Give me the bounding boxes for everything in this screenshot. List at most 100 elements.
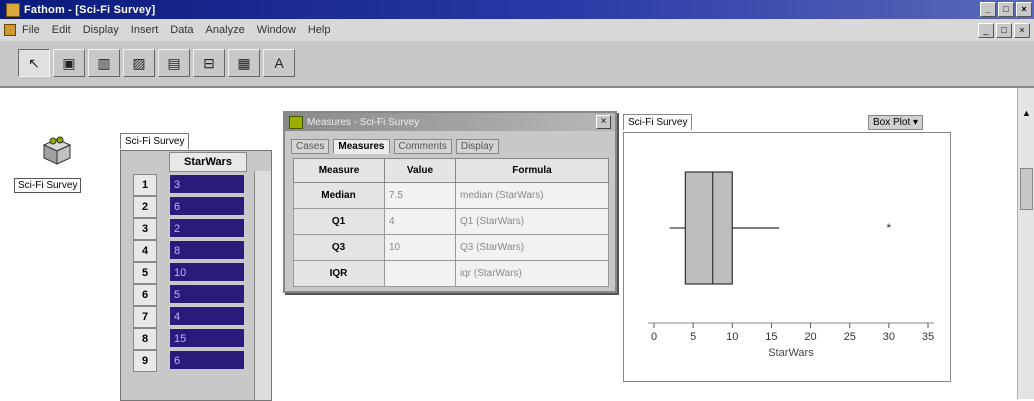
graph-window: Sci-Fi Survey Box Plot ▾ * 0 5 10 15 20 25 30 35…	[623, 108, 953, 382]
collection-label[interactable]: Sci-Fi Survey	[14, 178, 82, 193]
doc-restore-button[interactable]: □	[996, 23, 1012, 38]
case-table-corner	[121, 151, 165, 171]
graph-tab[interactable]: Sci-Fi Survey	[623, 114, 693, 130]
cell-value[interactable]: 5	[169, 284, 245, 304]
measures-table: Measure Value Formula Median 7.5 median …	[293, 158, 609, 287]
menu-analyze[interactable]: Analyze	[206, 24, 245, 36]
outlier-point: *	[887, 221, 892, 235]
tab-measures[interactable]: Measures	[333, 139, 390, 154]
doc-close-button[interactable]: ×	[1014, 23, 1030, 38]
inspector-title-bar[interactable]: Measures - Sci-Fi Survey ×	[285, 113, 615, 131]
tab-cases[interactable]: Cases	[291, 139, 330, 154]
table-row[interactable]: Median 7.5 median (StarWars)	[293, 182, 609, 209]
doc-minimize-button[interactable]: _	[978, 23, 994, 38]
table-row[interactable]: IQR iqr (StarWars)	[293, 260, 609, 287]
cell-value[interactable]: 15	[169, 328, 245, 348]
slider-tool-button[interactable]: ⊟	[193, 49, 225, 77]
maximize-button[interactable]: □	[998, 2, 1014, 17]
text-tool-button[interactable]: A	[263, 49, 295, 77]
case-table-tab[interactable]: Sci-Fi Survey	[120, 133, 190, 149]
x-tick-label: 30	[883, 331, 895, 343]
minimize-button[interactable]: _	[980, 2, 996, 17]
table-row[interactable]: 8 15	[121, 327, 251, 350]
table-row[interactable]: Q3 10 Q3 (StarWars)	[293, 234, 609, 261]
menu-file[interactable]: File	[22, 24, 40, 36]
measure-value	[384, 260, 456, 287]
menu-help[interactable]: Help	[308, 24, 331, 36]
measure-formula[interactable]: Q3 (StarWars)	[455, 234, 609, 261]
measure-name[interactable]: IQR	[293, 260, 385, 287]
window-controls: _ □ ×	[980, 2, 1032, 17]
header-measure: Measure	[293, 158, 385, 183]
cell-value[interactable]: 8	[169, 240, 245, 260]
measure-name[interactable]: Median	[293, 182, 385, 209]
menu-insert[interactable]: Insert	[131, 24, 159, 36]
table-row[interactable]: 13	[121, 173, 251, 196]
graph-tool-button[interactable]: ▨	[123, 49, 155, 77]
menu-window[interactable]: Window	[257, 24, 296, 36]
measure-formula[interactable]: iqr (StarWars)	[455, 260, 609, 287]
box-plot: * 0 5 10 15 20 25 30 35 StarWars	[648, 171, 934, 359]
arrow-tool-button[interactable]: ↖	[18, 49, 50, 77]
cell-value[interactable]: 3	[169, 174, 245, 194]
title-bar: Fathom - [Sci-Fi Survey] _ □ ×	[0, 0, 1034, 19]
summary-table-icon: ▤	[167, 54, 181, 71]
summary-table-tool-button[interactable]: ▤	[158, 49, 190, 77]
menu-edit[interactable]: Edit	[52, 24, 71, 36]
case-table-icon: ▥	[97, 54, 111, 71]
cell-value[interactable]: 2	[169, 218, 245, 238]
row-index: 8	[133, 328, 157, 350]
measure-name[interactable]: Q1	[293, 208, 385, 235]
table-row[interactable]: Q1 4 Q1 (StarWars)	[293, 208, 609, 235]
measure-name[interactable]: Q3	[293, 234, 385, 261]
table-row[interactable]: 26	[121, 195, 251, 218]
x-tick-label: 15	[765, 331, 777, 343]
estimate-tool-button[interactable]: ▦	[228, 49, 260, 77]
inspector-icon	[289, 115, 303, 129]
workspace-scrollbar[interactable]: ▲	[1017, 88, 1034, 399]
text-icon: A	[274, 55, 284, 71]
inspector-title: Measures - Sci-Fi Survey	[307, 116, 420, 128]
slider-icon: ⊟	[203, 54, 215, 71]
cell-value[interactable]: 6	[169, 350, 245, 370]
menu-display[interactable]: Display	[83, 24, 119, 36]
summary-inspector: Measures - Sci-Fi Survey × Cases Measure…	[283, 111, 617, 293]
row-index: 5	[133, 262, 157, 284]
document-icon[interactable]	[4, 24, 16, 36]
inspector-close-button[interactable]: ×	[596, 115, 611, 129]
scroll-thumb[interactable]	[1020, 168, 1033, 210]
collection-box-icon[interactable]	[40, 133, 74, 167]
x-tick-label: 10	[726, 331, 738, 343]
row-index: 1	[133, 174, 157, 196]
collection-icon: ▣	[62, 54, 76, 71]
tab-comments[interactable]: Comments	[393, 139, 452, 154]
case-table-tool-button[interactable]: ▥	[88, 49, 120, 77]
cell-value[interactable]: 10	[169, 262, 245, 282]
estimate-icon: ▦	[237, 54, 251, 71]
table-row[interactable]: 5 10	[121, 261, 251, 284]
table-row[interactable]: 32	[121, 217, 251, 240]
x-tick-label: 0	[651, 331, 657, 343]
measure-formula[interactable]: Q1 (StarWars)	[455, 208, 609, 235]
case-table-scrollbar[interactable]	[254, 171, 271, 400]
row-index: 6	[133, 284, 157, 306]
measure-value: 7.5	[384, 182, 456, 209]
close-button[interactable]: ×	[1016, 2, 1032, 17]
collection-tool-button[interactable]: ▣	[53, 49, 85, 77]
column-header-starwars[interactable]: StarWars	[169, 152, 247, 172]
tab-display[interactable]: Display	[455, 139, 499, 154]
plot-type-menu[interactable]: Box Plot ▾	[868, 115, 924, 130]
app-icon	[6, 2, 20, 17]
inspector-tabs: Cases Measures Comments Display	[291, 139, 499, 154]
menu-data[interactable]: Data	[170, 24, 193, 36]
row-index: 3	[133, 218, 157, 240]
scroll-up-arrow-icon[interactable]: ▲	[1022, 108, 1031, 118]
x-tick-label: 25	[844, 331, 856, 343]
cell-value[interactable]: 6	[169, 196, 245, 216]
table-row[interactable]: 65	[121, 283, 251, 306]
measure-formula[interactable]: median (StarWars)	[455, 182, 609, 209]
table-row[interactable]: 48	[121, 239, 251, 262]
table-row[interactable]: 96	[121, 349, 251, 372]
cell-value[interactable]: 4	[169, 306, 245, 326]
table-row[interactable]: 74	[121, 305, 251, 328]
